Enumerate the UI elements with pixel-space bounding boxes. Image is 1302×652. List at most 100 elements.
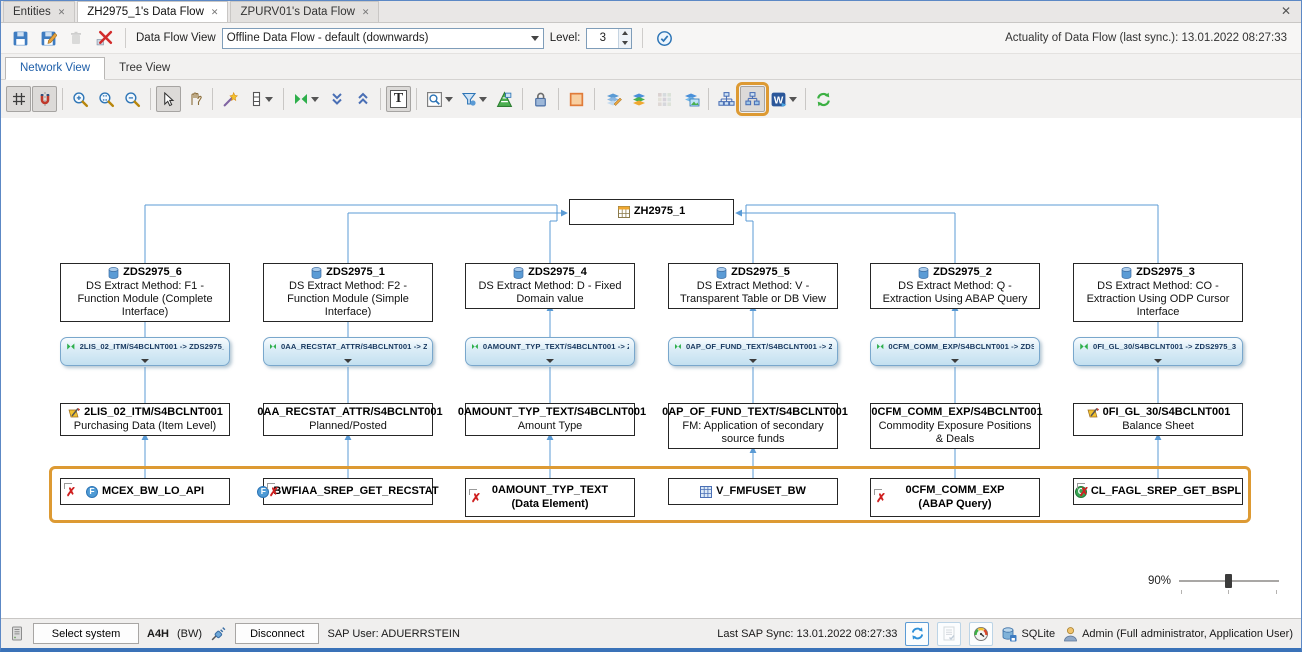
tab-tree-view[interactable]: Tree View (105, 58, 184, 79)
zoom-slider[interactable] (1179, 574, 1279, 588)
zoom-slider-thumb[interactable] (1225, 574, 1232, 588)
transformations-icon[interactable] (289, 86, 323, 112)
root-node-zh2975-1[interactable]: ZH2975_1 (569, 199, 734, 225)
close-view-icon[interactable]: ✕ (1281, 4, 1291, 18)
datasource-node[interactable]: ZDS2975_2 DS Extract Method: Q - Extract… (870, 263, 1040, 309)
datasource-node[interactable]: ZDS2975_3 DS Extract Method: CO - Extrac… (1073, 263, 1243, 322)
bands-layout-icon[interactable] (244, 86, 278, 112)
datasource-node[interactable]: ZDS2975_5 DS Extract Method: V - Transpa… (668, 263, 838, 309)
collapse-all-icon[interactable] (350, 86, 375, 112)
transformation-node[interactable]: 0CFM_COMM_EXP/S4BCLNT001 -> ZDS2975_2 (870, 337, 1040, 366)
source-datasource-node[interactable]: 0AMOUNT_TYP_TEXT/S4BCLNT001 Amount Type (465, 403, 635, 436)
data-flow-view-label: Data Flow View (136, 32, 216, 44)
expand-caret-icon[interactable] (344, 359, 352, 363)
transformation-node[interactable]: 0FI_GL_30/S4BCLNT001 -> ZDS2975_3 (1073, 337, 1243, 366)
data-flow-view-select[interactable]: Offline Data Flow - default (downwards) (222, 28, 544, 49)
overview-window-icon[interactable] (422, 86, 456, 112)
network-diagram-canvas[interactable]: ZH2975_1 ZDS2975_6 DS Extract Method: F1… (1, 118, 1301, 618)
datasource-node[interactable]: ZDS2975_4 DS Extract Method: D - Fixed D… (465, 263, 635, 309)
chevron-down-icon[interactable] (445, 97, 453, 102)
tab-network-view[interactable]: Network View (5, 57, 105, 80)
log-document-button[interactable] (937, 622, 961, 646)
word-export-icon[interactable]: W (766, 86, 800, 112)
delete-data-flow-icon[interactable] (93, 27, 115, 49)
save-icon[interactable] (9, 27, 31, 49)
tab-entities[interactable]: Entities ✕ (3, 1, 75, 22)
extractor-node[interactable]: ✗ FBWFIAA_SREP_GET_RECSTAT (263, 478, 433, 505)
level-stepper[interactable]: 3 (586, 28, 632, 49)
separator (283, 88, 284, 110)
orange-frame-icon[interactable] (564, 86, 589, 112)
chevron-down-icon[interactable] (265, 97, 273, 102)
close-tab-icon[interactable]: ✕ (58, 8, 66, 17)
tree-layout-icon[interactable] (714, 86, 739, 112)
actuality-check-icon[interactable] (653, 27, 675, 49)
chevron-down-icon[interactable] (479, 97, 487, 102)
expand-caret-icon[interactable] (546, 359, 554, 363)
source-datasource-node[interactable]: 0AP_OF_FUND_TEXT/S4BCLNT001 FM: Applicat… (668, 403, 838, 449)
transformation-label: 0AP_OF_FUND_TEXT/S4BCLNT001 -> ZDS2975_5 (686, 342, 832, 351)
zoom-in-icon[interactable] (68, 86, 93, 112)
extractor-node[interactable]: ✗ 0CFM_COMM_EXP (ABAP Query) (870, 478, 1040, 517)
database-icon (513, 267, 524, 279)
datasource-node[interactable]: ZDS2975_6 DS Extract Method: F1 - Functi… (60, 263, 230, 322)
datasource-node[interactable]: ZDS2975_1 DS Extract Method: F2 - Functi… (263, 263, 433, 322)
chevron-down-icon[interactable] (311, 97, 319, 102)
save-as-icon[interactable] (37, 27, 59, 49)
server-icon (9, 625, 25, 642)
expand-caret-icon[interactable] (1154, 359, 1162, 363)
transformation-node[interactable]: 2LIS_02_ITM/S4BCLNT001 -> ZDS2975_6 (60, 337, 230, 366)
close-tab-icon[interactable]: ✕ (211, 8, 219, 17)
spin-down-icon[interactable] (619, 38, 631, 48)
transformation-node[interactable]: 0AMOUNT_TYP_TEXT/S4BCLNT001 -> ZDS2975_4 (465, 337, 635, 366)
filter-icon[interactable] (457, 86, 491, 112)
expand-all-icon[interactable] (324, 86, 349, 112)
chevron-down-icon[interactable] (789, 97, 797, 102)
source-datasource-node[interactable]: 0FI_GL_30/S4BCLNT001 Balance Sheet (1073, 403, 1243, 436)
tab-zpurv01-data-flow[interactable]: ZPURV01's Data Flow ✕ (230, 1, 379, 22)
spin-up-icon[interactable] (619, 29, 631, 39)
show-text-icon[interactable]: T (386, 86, 411, 112)
lock-icon[interactable] (528, 86, 553, 112)
tab-label: ZH2975_1's Data Flow (87, 6, 204, 18)
show-grid-icon[interactable] (6, 86, 31, 112)
table-icon (700, 486, 712, 498)
source-datasource-node[interactable]: 0AA_RECSTAT_ATTR/S4BCLNT001 Planned/Post… (263, 403, 433, 436)
source-datasource-node[interactable]: 0CFM_COMM_EXP/S4BCLNT001 Commodity Expos… (870, 403, 1040, 449)
extractor-node[interactable]: ✗ CCL_FAGL_SREP_GET_BSPL (1073, 478, 1243, 505)
delete-icon (65, 27, 87, 49)
extractor-node[interactable]: ✗ 0AMOUNT_TYP_TEXT (Data Element) (465, 478, 635, 517)
zoom-out-icon[interactable] (120, 86, 145, 112)
extractor-node[interactable]: V_FMFUSET_BW (668, 478, 838, 505)
pyramid-levels-icon[interactable] (492, 86, 517, 112)
edit-layers-icon[interactable] (600, 86, 625, 112)
layers-icon[interactable] (626, 86, 651, 112)
transformation-node[interactable]: 0AP_OF_FUND_TEXT/S4BCLNT001 -> ZDS2975_5 (668, 337, 838, 366)
sync-refresh-button[interactable] (905, 622, 929, 646)
pan-hand-icon[interactable] (182, 86, 207, 112)
disconnect-button[interactable]: Disconnect (235, 623, 319, 644)
tab-zh2975-1-data-flow[interactable]: ZH2975_1's Data Flow ✕ (77, 1, 228, 22)
extractor-node[interactable]: ✗ FMCEX_BW_LO_API (60, 478, 230, 505)
database-icon (716, 267, 727, 279)
hierarchy-layout-icon[interactable] (740, 86, 765, 112)
export-image-icon[interactable] (678, 86, 703, 112)
separator (642, 28, 643, 48)
close-tab-icon[interactable]: ✕ (362, 8, 370, 17)
document-tab-bar: Entities ✕ ZH2975_1's Data Flow ✕ ZPURV0… (1, 1, 1301, 23)
snap-magnet-icon[interactable] (32, 86, 57, 112)
separator (558, 88, 559, 110)
zoom-fit-icon[interactable] (94, 86, 119, 112)
user-label: Admin (Full administrator, Application U… (1082, 628, 1293, 640)
transformation-node[interactable]: 0AA_RECSTAT_ATTR/S4BCLNT001 -> ZDS2975_1 (263, 337, 433, 366)
auto-layout-wand-icon[interactable] (218, 86, 243, 112)
system-type: (BW) (177, 628, 202, 640)
expand-caret-icon[interactable] (141, 359, 149, 363)
refresh-icon[interactable] (811, 86, 836, 112)
performance-gauge-button[interactable] (969, 622, 993, 646)
pointer-tool-icon[interactable] (156, 86, 181, 112)
expand-caret-icon[interactable] (749, 359, 757, 363)
select-system-button[interactable]: Select system (33, 623, 139, 644)
expand-caret-icon[interactable] (951, 359, 959, 363)
source-datasource-node[interactable]: 2LIS_02_ITM/S4BCLNT001 Purchasing Data (… (60, 403, 230, 436)
